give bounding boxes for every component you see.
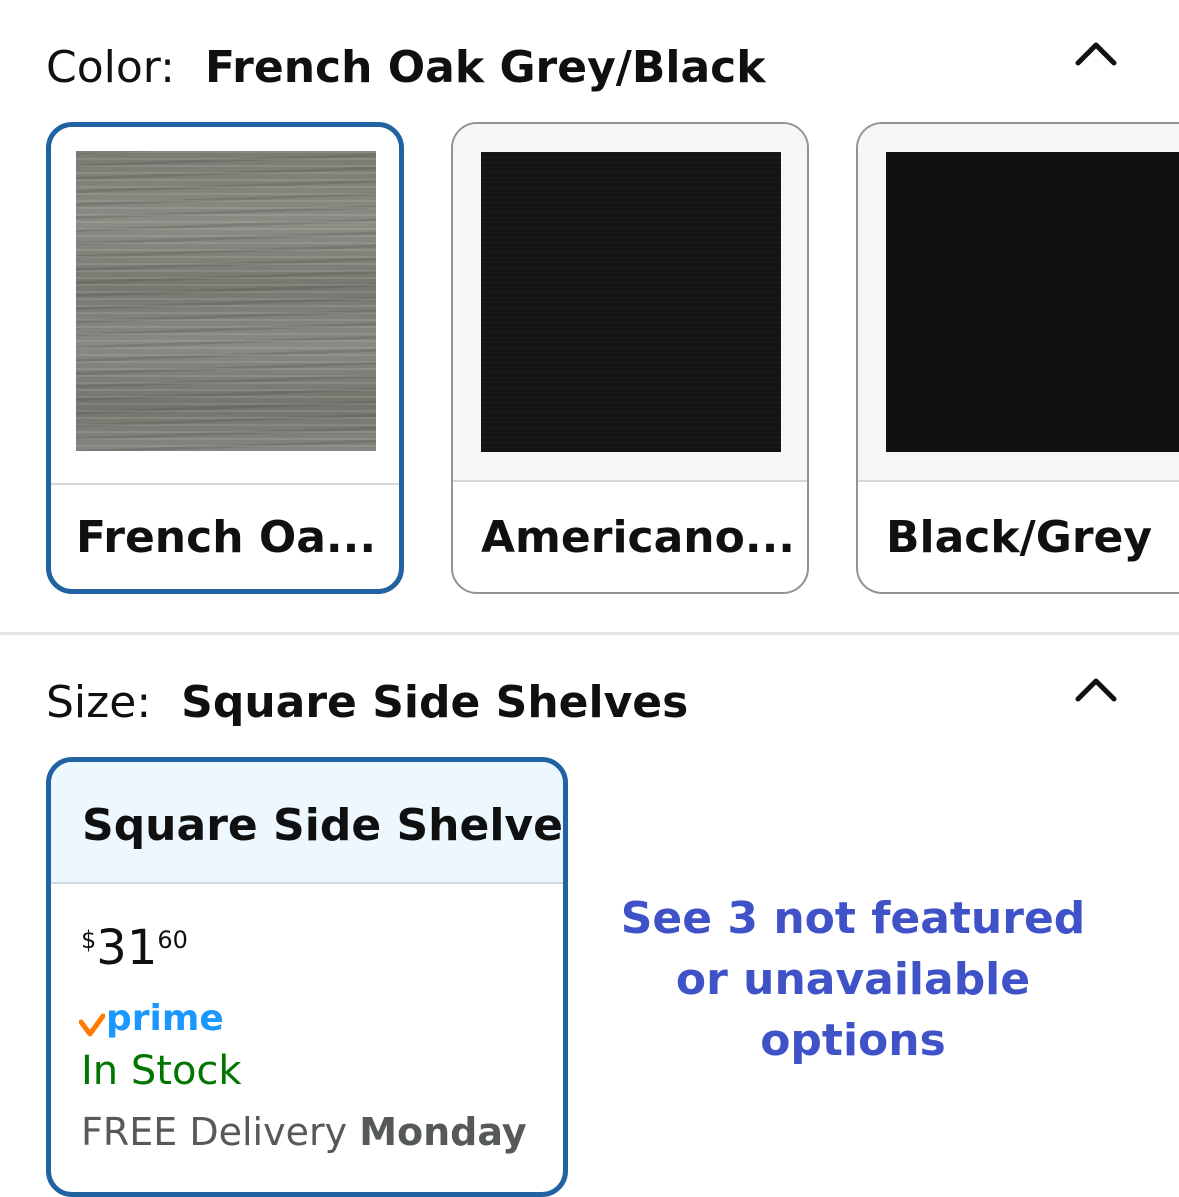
color-swatch-black-grey[interactable]: Black/Grey <box>856 122 1179 594</box>
color-selected-value: French Oak Grey/Black <box>204 42 766 93</box>
color-label: Color: <box>46 42 175 93</box>
see-more-options-link[interactable]: See 3 not featured or unavailable option… <box>618 888 1088 1071</box>
color-swatch-french-oak[interactable]: French Oa... <box>46 122 404 594</box>
price: $3160 <box>81 920 188 976</box>
size-selected-value: Square Side Shelves <box>181 677 689 728</box>
price-symbol: $ <box>81 926 97 954</box>
chevron-up-icon[interactable] <box>1074 674 1118 704</box>
delivery-info: FREE Delivery Monday <box>81 1110 527 1154</box>
prime-label: prime <box>106 998 224 1039</box>
french-oak-swatch-image <box>76 151 376 451</box>
price-whole: 31 <box>96 920 158 976</box>
swatch-label: French Oa... <box>76 512 377 563</box>
size-label: Size: <box>46 677 152 728</box>
prime-check-icon <box>79 1013 105 1037</box>
swatch-label: Black/Grey <box>886 512 1153 563</box>
section-divider <box>0 632 1179 635</box>
size-option-square-side-shelves[interactable]: Square Side Shelves $3160 prime In Stock… <box>46 757 568 1197</box>
black-grey-swatch-image <box>886 152 1179 452</box>
delivery-day: Monday <box>359 1110 527 1154</box>
price-fraction: 60 <box>157 926 188 954</box>
delivery-prefix: FREE Delivery <box>81 1110 348 1154</box>
prime-badge: prime <box>79 998 224 1040</box>
americano-swatch-image <box>481 152 781 452</box>
size-row-label: Size: Square Side Shelves <box>46 677 688 728</box>
stock-status: In Stock <box>81 1048 242 1094</box>
color-swatch-americano[interactable]: Americano... <box>451 122 809 594</box>
color-row-label: Color: French Oak Grey/Black <box>46 42 766 93</box>
chevron-up-icon[interactable] <box>1074 38 1118 68</box>
size-option-title: Square Side Shelves <box>82 800 568 851</box>
swatch-label: Americano... <box>481 512 795 563</box>
